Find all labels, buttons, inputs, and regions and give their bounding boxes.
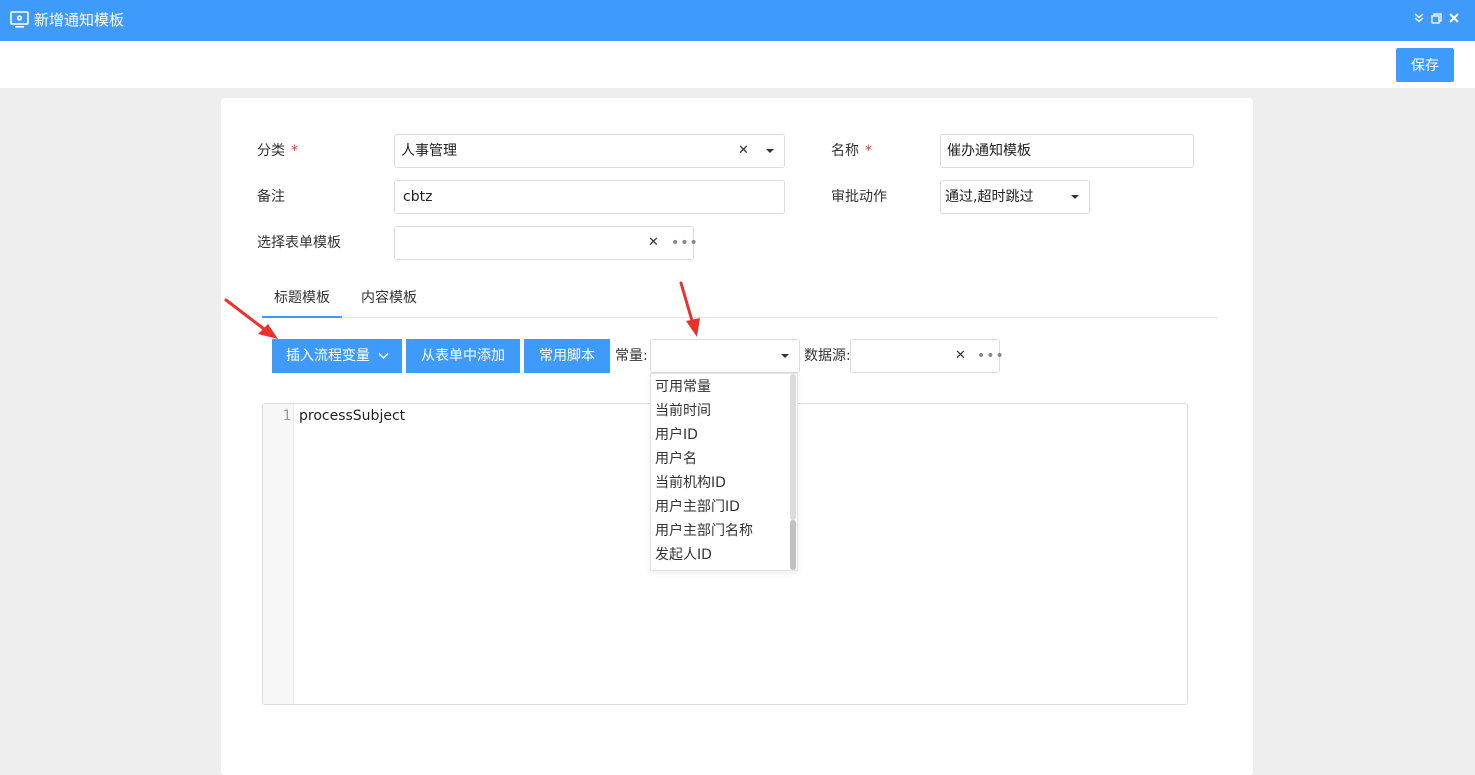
collapse-icon[interactable] xyxy=(1412,11,1426,25)
chevron-down-icon xyxy=(378,353,389,359)
required-mark: * xyxy=(291,143,298,159)
constant-dropdown-list: 可用常量 当前时间 用户ID 用户名 当前机构ID 用户主部门ID 用户主部门名… xyxy=(650,373,798,571)
form-template-label: 选择表单模板 xyxy=(257,235,341,251)
remark-label: 备注 xyxy=(257,189,285,205)
category-select[interactable]: 人事管理 ✕ xyxy=(394,134,785,168)
datasource-label: 数据源: xyxy=(804,348,851,364)
editor-gutter xyxy=(263,404,294,704)
approval-action-label: 审批动作 xyxy=(831,189,887,205)
remark-value: cbtz xyxy=(403,189,433,205)
caret-down-icon[interactable] xyxy=(781,354,789,358)
window-titlebar: 新增通知模板 xyxy=(0,0,1475,41)
toolbar: 保存 xyxy=(0,41,1475,88)
datasource-picker[interactable]: ✕ ••• xyxy=(850,339,1004,373)
annotation-arrow-icon xyxy=(679,281,700,337)
name-input[interactable]: 催办通知模板 xyxy=(940,134,1194,168)
approval-action-value: 通过,超时跳过 xyxy=(945,189,1034,205)
clear-icon[interactable]: ✕ xyxy=(648,227,659,259)
list-item[interactable]: 发起人ID xyxy=(655,545,712,565)
restore-icon[interactable] xyxy=(1429,11,1443,25)
annotation-arrow-icon xyxy=(224,298,278,339)
name-value: 催办通知模板 xyxy=(947,143,1031,159)
monitor-settings-icon xyxy=(10,11,29,28)
close-icon[interactable] xyxy=(1447,11,1461,25)
clear-icon[interactable]: ✕ xyxy=(738,135,749,167)
save-button[interactable]: 保存 xyxy=(1396,48,1454,82)
required-mark: * xyxy=(865,143,872,159)
list-item[interactable]: 用户名 xyxy=(655,449,697,469)
list-item[interactable]: 当前机构ID xyxy=(655,473,726,493)
form-template-picker[interactable]: ✕ ••• xyxy=(394,226,698,260)
name-label: 名称 * xyxy=(831,143,872,159)
insert-variable-button[interactable]: 插入流程变量 xyxy=(272,339,402,373)
window-title: 新增通知模板 xyxy=(34,11,125,29)
constant-select[interactable] xyxy=(650,339,800,373)
caret-down-icon[interactable] xyxy=(1071,195,1079,199)
list-item[interactable]: 当前时间 xyxy=(655,401,711,421)
more-icon[interactable]: ••• xyxy=(671,227,699,259)
list-item[interactable]: 可用常量 xyxy=(655,377,711,397)
add-from-form-button[interactable]: 从表单中添加 xyxy=(406,339,520,373)
scrollbar-thumb[interactable] xyxy=(790,520,796,570)
tab-content-template[interactable]: 内容模板 xyxy=(361,288,417,308)
line-number: 1 xyxy=(282,408,291,424)
list-item[interactable]: 用户ID xyxy=(655,425,698,445)
constant-label: 常量: xyxy=(615,348,648,364)
caret-down-icon[interactable] xyxy=(766,149,774,153)
template-tabs: 标题模板 内容模板 xyxy=(262,283,1217,318)
remark-input[interactable]: cbtz xyxy=(394,180,785,214)
more-icon[interactable]: ••• xyxy=(977,340,1005,372)
clear-icon[interactable]: ✕ xyxy=(955,340,966,372)
editor-content[interactable]: processSubject xyxy=(299,408,405,424)
common-script-button[interactable]: 常用脚本 xyxy=(524,339,610,373)
scrollbar-track[interactable] xyxy=(790,374,796,520)
list-item[interactable]: 用户主部门ID xyxy=(655,497,740,517)
category-value: 人事管理 xyxy=(401,143,457,159)
list-item[interactable]: 用户主部门名称 xyxy=(655,521,753,541)
category-label: 分类 * xyxy=(257,143,298,159)
approval-action-select[interactable]: 通过,超时跳过 xyxy=(940,180,1090,214)
